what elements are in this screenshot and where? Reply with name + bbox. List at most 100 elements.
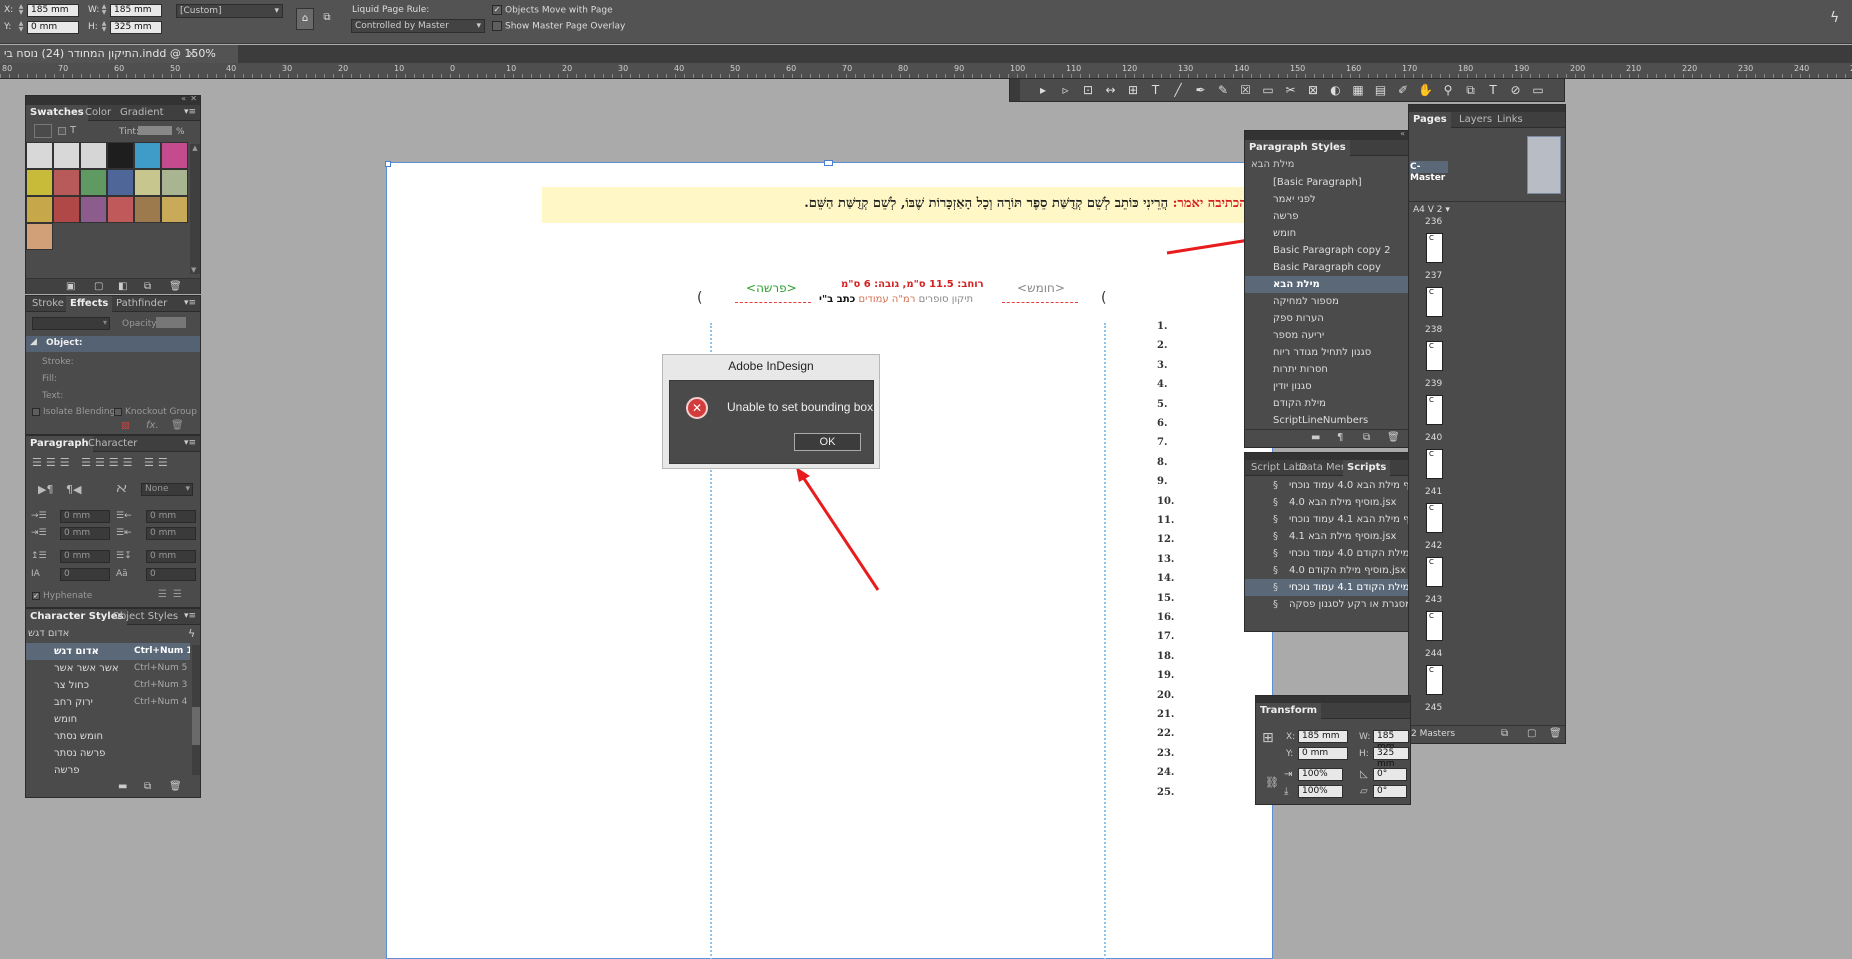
paragraph-style-item[interactable]: חסרות יתרות xyxy=(1245,361,1408,378)
swatch[interactable] xyxy=(134,196,161,223)
tool-button[interactable]: ◐ xyxy=(1327,81,1345,99)
paragraph-style-item[interactable]: Basic Paragraph copy 2 xyxy=(1245,242,1408,259)
transform-y-field[interactable]: 0 mm xyxy=(1298,747,1348,760)
trash-icon[interactable]: 🗑 xyxy=(171,420,184,431)
page-thumbnail[interactable]: C xyxy=(1426,395,1443,425)
left-indent-field[interactable]: 0 mm xyxy=(60,510,110,523)
script-item[interactable]: § מוסיף מילת הבא 4.0.jsx xyxy=(1245,494,1408,511)
grid-align-icons[interactable]: ☰☰ xyxy=(158,589,188,600)
transform-w-field[interactable]: 185 mm xyxy=(1373,730,1409,752)
swatch[interactable] xyxy=(107,196,134,223)
page-thumbnail[interactable]: C xyxy=(1426,611,1443,641)
paragraph-style-item[interactable]: ScriptLineNumbers xyxy=(1245,412,1408,429)
tool-button[interactable]: ✐ xyxy=(1394,81,1412,99)
tool-button[interactable]: ↔ xyxy=(1102,81,1120,99)
tool-button[interactable]: ✒ xyxy=(1192,81,1210,99)
paragraph-style-item[interactable]: סגנון לתחיל מגודר ריוח xyxy=(1245,344,1408,361)
paragraph-style-item[interactable]: הערות ספק xyxy=(1245,310,1408,327)
show-gradient-icon[interactable]: ◧ xyxy=(118,281,127,292)
paragraph-style-item[interactable]: פרשה xyxy=(1245,208,1408,225)
page-thumbnail[interactable]: C xyxy=(1426,557,1443,587)
ltr-direction-icon[interactable]: ▶¶ xyxy=(38,483,53,496)
reference-point-icon[interactable]: ⊞ xyxy=(1262,730,1274,746)
tool-button[interactable]: ╱ xyxy=(1169,81,1187,99)
panel-grip[interactable]: « xyxy=(1245,129,1408,140)
scrollbar[interactable]: ▲ ▼ xyxy=(190,144,200,274)
tint-field[interactable] xyxy=(138,126,172,135)
last-indent-field[interactable]: 0 mm xyxy=(146,527,196,540)
tool-button[interactable]: ⚲ xyxy=(1439,81,1457,99)
none-select[interactable]: None ▾ xyxy=(141,483,193,496)
script-item[interactable]: § מוסיף מילת הקודם 4.0.jsx xyxy=(1245,562,1408,579)
tool-button[interactable]: ✎ xyxy=(1214,81,1232,99)
alignment-buttons[interactable]: ☰☰☰ ☰☰☰☰ ☰☰ xyxy=(32,456,172,469)
new-style-icon[interactable]: ⧉ xyxy=(1363,432,1370,443)
tab-paragraph-styles[interactable]: Paragraph Styles xyxy=(1245,140,1350,156)
page-thumbnail[interactable]: C xyxy=(1426,503,1443,533)
clear-effects-icon[interactable]: ▧ xyxy=(121,421,130,431)
first-indent-field[interactable]: 0 mm xyxy=(60,527,110,540)
folder-icon[interactable]: ▬ xyxy=(118,781,127,792)
scrollbar[interactable] xyxy=(192,645,200,775)
swatch[interactable] xyxy=(26,196,53,223)
shear-field[interactable]: 0° xyxy=(1373,785,1407,798)
swatch[interactable] xyxy=(161,169,188,196)
tool-button[interactable]: ▭ xyxy=(1259,81,1277,99)
tab-paragraph[interactable]: Paragraph xyxy=(26,436,93,452)
tool-button[interactable]: ⊡ xyxy=(1079,81,1097,99)
container-icon[interactable] xyxy=(58,127,66,135)
page-number[interactable]: 236 xyxy=(1425,217,1442,227)
script-item[interactable]: § מוסיף מילת הבא 4.0 עמוד נוכחי xyxy=(1245,477,1408,494)
tool-button[interactable]: T xyxy=(1147,81,1165,99)
tab-swatches[interactable]: Swatches xyxy=(26,105,88,121)
paragraph-style-item[interactable]: Basic Paragraph copy xyxy=(1245,259,1408,276)
rotate-field[interactable]: 0° xyxy=(1373,768,1407,781)
tab-scripts[interactable]: Scripts xyxy=(1343,460,1391,476)
panel-menu-icon[interactable]: ▾≡ xyxy=(184,438,196,448)
effect-object-row[interactable]: ◢ Object: xyxy=(26,336,200,352)
knockout-checkbox[interactable]: Knockout Group xyxy=(114,407,197,417)
tab-pages[interactable]: Pages xyxy=(1409,112,1451,128)
tab-transform[interactable]: Transform xyxy=(1256,703,1322,719)
page-number[interactable]: 242 xyxy=(1425,541,1442,551)
tool-button[interactable]: ▭ xyxy=(1529,81,1547,99)
character-style-item[interactable]: פרשה xyxy=(26,762,190,779)
opacity-field[interactable] xyxy=(156,317,186,328)
tab-pathfinder[interactable]: Pathfinder xyxy=(112,296,171,312)
tool-button[interactable]: ⊞ xyxy=(1124,81,1142,99)
page-number[interactable]: 245 xyxy=(1425,703,1442,713)
script-item[interactable]: § מוסיף מילת הקודם 4.1 עמוד נוכחי xyxy=(1245,579,1408,596)
page-number[interactable]: 243 xyxy=(1425,595,1442,605)
swatch[interactable] xyxy=(107,142,134,169)
swatch[interactable] xyxy=(53,169,80,196)
drop-cap-lines-field[interactable]: 0 xyxy=(60,568,110,581)
tool-button[interactable]: ▤ xyxy=(1372,81,1390,99)
swatch[interactable] xyxy=(134,142,161,169)
new-page-icon[interactable]: ▢ xyxy=(1527,728,1536,739)
panel-grip[interactable] xyxy=(1245,453,1408,460)
panel-menu-icon[interactable]: ▾≡ xyxy=(184,298,196,308)
scrollbar-thumb[interactable] xyxy=(192,707,200,745)
new-style-icon[interactable]: ⧉ xyxy=(144,781,151,792)
trash-icon[interactable]: 🗑 xyxy=(169,281,182,292)
character-style-item[interactable]: ירוק רחב Ctrl+Num 4 xyxy=(26,694,190,711)
isolate-checkbox[interactable]: Isolate Blending xyxy=(32,407,115,417)
character-style-item[interactable]: פרשה נסתר xyxy=(26,745,190,762)
tool-button[interactable]: ✋ xyxy=(1417,81,1435,99)
scale-y-field[interactable]: 100% xyxy=(1298,785,1343,798)
paragraph-style-item[interactable]: מילת הבא xyxy=(1245,276,1408,293)
trash-icon[interactable]: 🗑 xyxy=(1549,728,1562,739)
space-before-field[interactable]: 0 mm xyxy=(60,550,110,563)
page-number[interactable]: 244 xyxy=(1425,649,1442,659)
tool-button[interactable]: ⧉ xyxy=(1462,81,1480,99)
tab-effects[interactable]: Effects xyxy=(66,296,113,312)
tool-button[interactable]: T xyxy=(1484,81,1502,99)
folder-icon[interactable]: ▬ xyxy=(1311,432,1320,443)
swatch[interactable] xyxy=(26,169,53,196)
script-item[interactable]: § מוסיף מילת הבא 4.1.jsx xyxy=(1245,528,1408,545)
swatch[interactable] xyxy=(107,169,134,196)
hyphenate-checkbox[interactable]: ✓ Hyphenate xyxy=(32,591,92,601)
fx-icon[interactable]: fx. xyxy=(146,420,159,431)
character-style-item[interactable]: אשר אשר אשר Ctrl+Num 5 xyxy=(26,660,190,677)
paragraph-style-item[interactable]: לפני יאמר xyxy=(1245,191,1408,208)
